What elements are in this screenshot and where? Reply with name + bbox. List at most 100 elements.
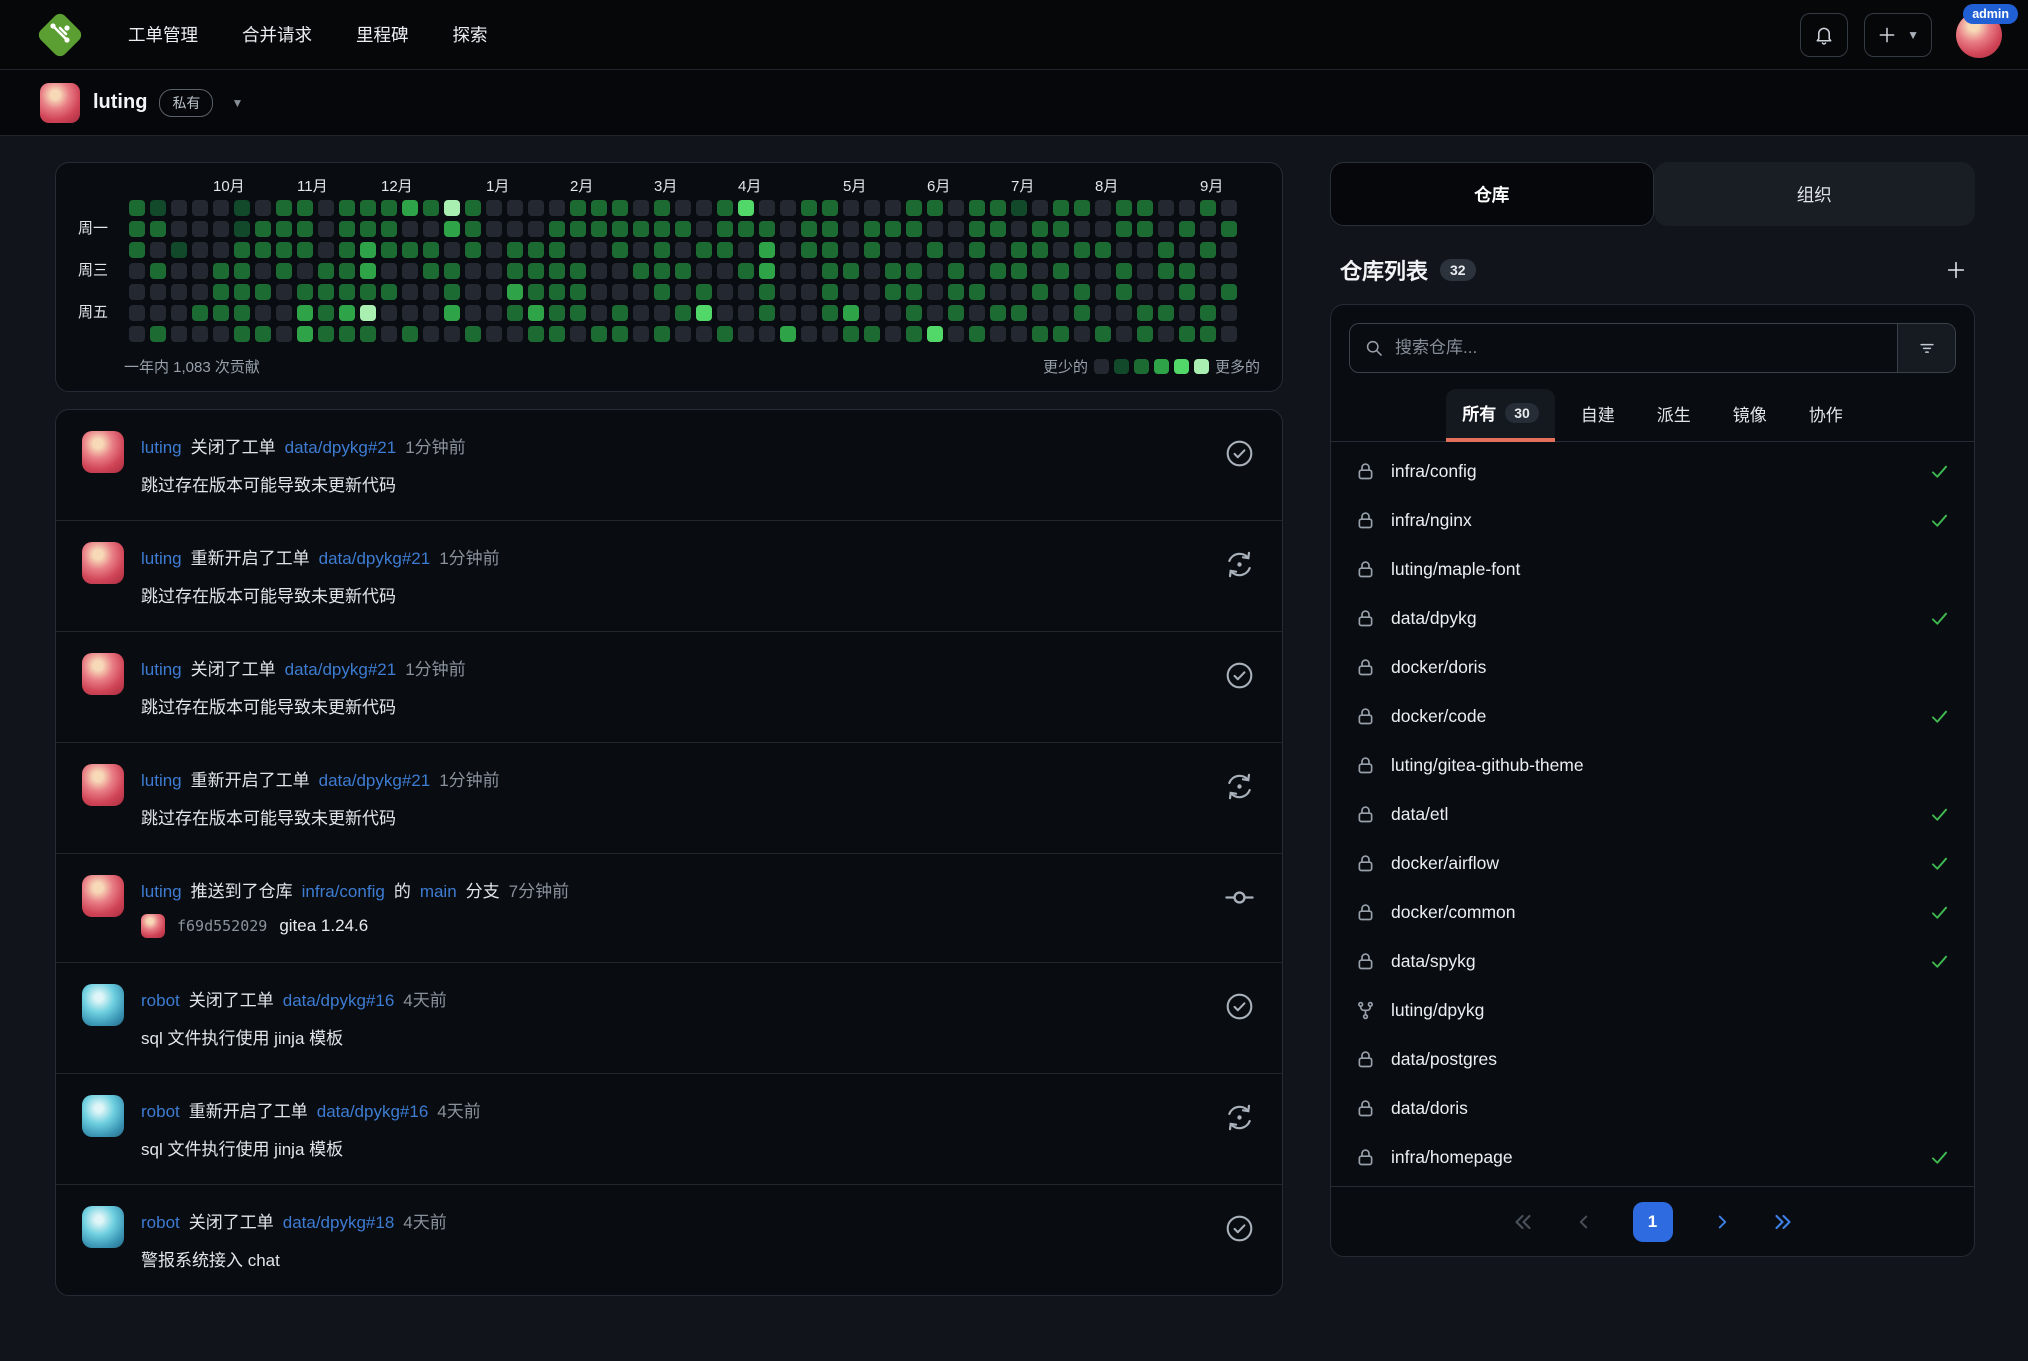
feed-link[interactable]: luting xyxy=(141,549,182,569)
feed-link[interactable]: robot xyxy=(141,1213,180,1233)
heatmap-cell[interactable] xyxy=(822,200,838,216)
heatmap-cell[interactable] xyxy=(402,221,418,237)
heatmap-cell[interactable] xyxy=(1179,221,1195,237)
heatmap-cell[interactable] xyxy=(1053,200,1069,216)
repo-name[interactable]: infra/nginx xyxy=(1391,510,1472,531)
heatmap-cell[interactable] xyxy=(213,263,229,279)
heatmap-cell[interactable] xyxy=(675,200,691,216)
heatmap-cell[interactable] xyxy=(675,305,691,321)
repo-row[interactable]: docker/code xyxy=(1331,692,1974,741)
heatmap-cell[interactable] xyxy=(864,284,880,300)
heatmap-cell[interactable] xyxy=(444,242,460,258)
heatmap-cell[interactable] xyxy=(717,305,733,321)
repo-name[interactable]: luting/maple-font xyxy=(1391,559,1520,580)
repo-row[interactable]: docker/airflow xyxy=(1331,839,1974,888)
heatmap-cell[interactable] xyxy=(150,263,166,279)
heatmap-cell[interactable] xyxy=(1200,242,1216,258)
heatmap-cell[interactable] xyxy=(1116,242,1132,258)
heatmap-cell[interactable] xyxy=(927,263,943,279)
heatmap-cell[interactable] xyxy=(570,242,586,258)
heatmap-cell[interactable] xyxy=(1221,242,1237,258)
heatmap-cell[interactable] xyxy=(969,326,985,342)
heatmap-cell[interactable] xyxy=(906,326,922,342)
heatmap-cell[interactable] xyxy=(129,284,145,300)
heatmap-cell[interactable] xyxy=(360,242,376,258)
heatmap-cell[interactable] xyxy=(864,221,880,237)
heatmap-cell[interactable] xyxy=(381,326,397,342)
heatmap-cell[interactable] xyxy=(360,200,376,216)
avatar[interactable] xyxy=(82,1206,124,1248)
heatmap-cell[interactable] xyxy=(906,263,922,279)
heatmap-cell[interactable] xyxy=(402,242,418,258)
feed-link[interactable]: data/dpykg#21 xyxy=(285,660,397,680)
heatmap-cell[interactable] xyxy=(192,242,208,258)
git-logo-icon[interactable] xyxy=(34,9,86,61)
heatmap-cell[interactable] xyxy=(1158,242,1174,258)
heatmap-cell[interactable] xyxy=(1011,242,1027,258)
heatmap-cell[interactable] xyxy=(1221,284,1237,300)
heatmap-cell[interactable] xyxy=(864,200,880,216)
heatmap-cell[interactable] xyxy=(633,263,649,279)
heatmap-cell[interactable] xyxy=(822,305,838,321)
heatmap-cell[interactable] xyxy=(507,200,523,216)
heatmap-cell[interactable] xyxy=(276,200,292,216)
heatmap-cell[interactable] xyxy=(1032,263,1048,279)
heatmap-cell[interactable] xyxy=(1011,221,1027,237)
heatmap-cell[interactable] xyxy=(150,221,166,237)
heatmap-cell[interactable] xyxy=(906,200,922,216)
heatmap-cell[interactable] xyxy=(234,284,250,300)
heatmap-cell[interactable] xyxy=(1179,284,1195,300)
heatmap-cell[interactable] xyxy=(444,221,460,237)
feed-link[interactable]: luting xyxy=(141,660,182,680)
heatmap-cell[interactable] xyxy=(612,263,628,279)
heatmap-cell[interactable] xyxy=(1200,284,1216,300)
heatmap-cell[interactable] xyxy=(780,200,796,216)
heatmap-cell[interactable] xyxy=(948,200,964,216)
heatmap-cell[interactable] xyxy=(654,305,670,321)
heatmap-cell[interactable] xyxy=(129,221,145,237)
heatmap-cell[interactable] xyxy=(234,326,250,342)
feed-link[interactable]: robot xyxy=(141,991,180,1011)
heatmap-cell[interactable] xyxy=(654,284,670,300)
repo-name[interactable]: docker/common xyxy=(1391,902,1516,923)
heatmap-cell[interactable] xyxy=(192,284,208,300)
heatmap-cell[interactable] xyxy=(612,221,628,237)
heatmap-cell[interactable] xyxy=(192,221,208,237)
sidebar-tab-组织[interactable]: 组织 xyxy=(1654,162,1976,226)
heatmap-cell[interactable] xyxy=(1137,221,1153,237)
heatmap-cell[interactable] xyxy=(549,284,565,300)
heatmap-cell[interactable] xyxy=(528,200,544,216)
heatmap-cell[interactable] xyxy=(1032,284,1048,300)
heatmap-cell[interactable] xyxy=(1032,221,1048,237)
heatmap-cell[interactable] xyxy=(171,263,187,279)
heatmap-cell[interactable] xyxy=(696,221,712,237)
heatmap-cell[interactable] xyxy=(339,242,355,258)
heatmap-cell[interactable] xyxy=(1074,200,1090,216)
repo-name[interactable]: data/dpykg xyxy=(1391,608,1477,629)
heatmap-cell[interactable] xyxy=(507,221,523,237)
heatmap-cell[interactable] xyxy=(570,305,586,321)
heatmap-cell[interactable] xyxy=(1158,221,1174,237)
heatmap-cell[interactable] xyxy=(885,200,901,216)
heatmap-cell[interactable] xyxy=(381,305,397,321)
repo-name[interactable]: docker/doris xyxy=(1391,657,1486,678)
heatmap-cell[interactable] xyxy=(129,242,145,258)
heatmap-cell[interactable] xyxy=(444,263,460,279)
heatmap-cell[interactable] xyxy=(1200,221,1216,237)
heatmap-cell[interactable] xyxy=(801,263,817,279)
heatmap-cell[interactable] xyxy=(129,326,145,342)
user-menu[interactable]: admin xyxy=(1956,12,2002,58)
heatmap-cell[interactable] xyxy=(759,326,775,342)
heatmap-cell[interactable] xyxy=(570,221,586,237)
heatmap-cell[interactable] xyxy=(297,242,313,258)
heatmap-cell[interactable] xyxy=(1179,263,1195,279)
filter-tab-自建[interactable]: 自建 xyxy=(1565,389,1631,442)
nav-link-3[interactable]: 里程碑 xyxy=(356,22,409,47)
heatmap-cell[interactable] xyxy=(990,326,1006,342)
heatmap-cell[interactable] xyxy=(990,200,1006,216)
heatmap-cell[interactable] xyxy=(465,284,481,300)
feed-link[interactable]: data/dpykg#18 xyxy=(283,1213,395,1233)
heatmap-cell[interactable] xyxy=(528,242,544,258)
heatmap-cell[interactable] xyxy=(318,242,334,258)
heatmap-cell[interactable] xyxy=(843,242,859,258)
